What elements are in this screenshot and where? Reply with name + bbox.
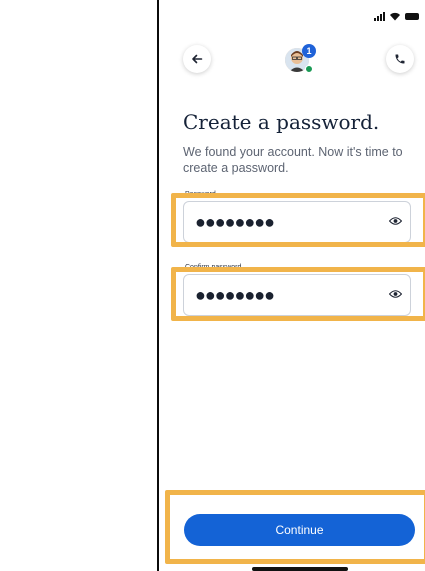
password-highlight [171,193,425,247]
continue-highlight [165,490,425,564]
notification-badge: 1 [302,44,316,58]
page-title: Create a password. [183,110,380,134]
phone-screen: 1 Create a password. We found your accou… [159,0,425,571]
home-indicator [252,567,348,571]
back-button[interactable] [183,45,211,73]
page-subtitle: We found your account. Now it's time to … [183,145,403,175]
signal-icon [374,12,385,21]
call-button[interactable] [386,45,414,73]
battery-icon [405,13,419,20]
status-bar [374,12,419,21]
phone-icon [395,54,405,64]
left-blank-pane [0,0,157,571]
arrow-left-icon [192,54,203,64]
wifi-icon [390,12,400,21]
agent-avatar[interactable]: 1 [285,44,319,74]
online-status-dot [305,65,313,73]
confirm-password-highlight [171,267,425,321]
